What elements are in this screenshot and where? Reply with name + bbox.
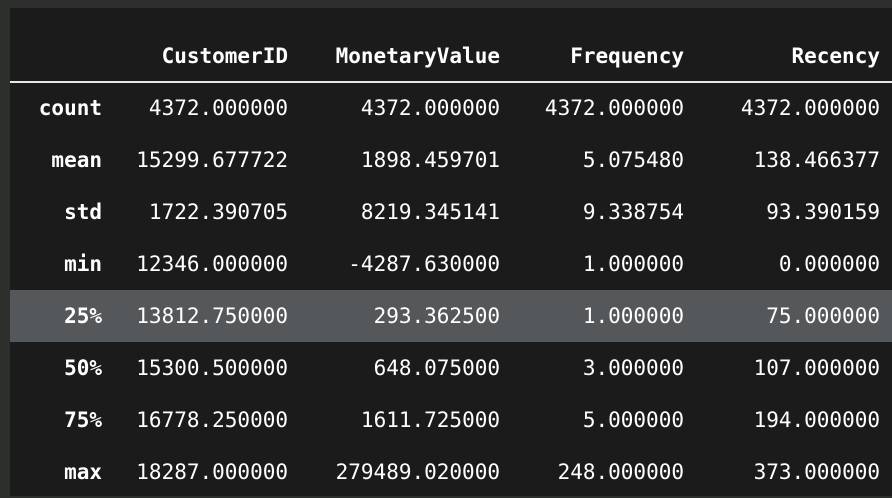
table-row-count: count 4372.000000 4372.000000 4372.00000… [10, 82, 892, 134]
cell-monetaryvalue: 1611.725000 [360, 407, 500, 432]
cell-monetaryvalue: 648.075000 [373, 355, 500, 380]
cell-customerid: 15299.677722 [136, 147, 288, 172]
row-label: 25% [64, 303, 102, 328]
table-header-row: CustomerID MonetaryValue Frequency Recen… [10, 32, 892, 83]
cell-monetaryvalue: 1898.459701 [360, 147, 500, 172]
cell-frequency: 3.000000 [582, 355, 684, 380]
row-label: count [38, 96, 102, 120]
describe-dataframe-table: CustomerID MonetaryValue Frequency Recen… [10, 32, 892, 498]
cell-customerid: 13812.750000 [136, 303, 288, 328]
cell-frequency: 1.000000 [582, 251, 684, 276]
row-label: mean [51, 147, 102, 172]
cell-recency: 93.390159 [766, 199, 880, 224]
cell-recency: 0.000000 [778, 251, 880, 276]
table-row-std: std 1722.390705 8219.345141 9.338754 93.… [10, 186, 892, 238]
column-header-monetaryvalue: MonetaryValue [300, 32, 512, 83]
table-row-50-percent: 50% 15300.500000 648.075000 3.000000 107… [10, 342, 892, 394]
cell-monetaryvalue: 279489.020000 [335, 459, 500, 484]
cell-recency: 107.000000 [753, 355, 880, 380]
cell-monetaryvalue: 293.362500 [373, 303, 500, 328]
cell-customerid: 15300.500000 [136, 355, 288, 380]
row-label: std [64, 199, 102, 224]
cell-monetaryvalue: -4287.630000 [348, 251, 500, 276]
cell-recency: 75.000000 [766, 303, 880, 328]
cell-frequency: 9.338754 [582, 199, 684, 224]
cell-frequency: 5.075480 [582, 147, 684, 172]
column-header-customerid: CustomerID [110, 32, 300, 83]
cell-customerid: 4372.000000 [148, 96, 288, 120]
cell-frequency: 5.000000 [582, 407, 684, 432]
row-label: 75% [64, 407, 102, 432]
cell-recency: 4372.000000 [740, 96, 880, 120]
cell-recency: 138.466377 [753, 147, 880, 172]
cell-recency: 194.000000 [753, 407, 880, 432]
column-header-recency: Recency [696, 32, 892, 83]
cell-customerid: 18287.000000 [136, 459, 288, 484]
cell-monetaryvalue: 4372.000000 [360, 96, 500, 120]
notebook-output-area: CustomerID MonetaryValue Frequency Recen… [0, 0, 892, 496]
column-header-frequency: Frequency [512, 32, 696, 83]
table-row-min: min 12346.000000 -4287.630000 1.000000 0… [10, 238, 892, 290]
index-header-cell [10, 32, 110, 83]
row-label: 50% [64, 355, 102, 380]
row-label: max [64, 459, 102, 484]
table-row-25-percent-highlighted: 25% 13812.750000 293.362500 1.000000 75.… [10, 290, 892, 342]
cell-monetaryvalue: 8219.345141 [360, 199, 500, 224]
table-row-75-percent: 75% 16778.250000 1611.725000 5.000000 19… [10, 394, 892, 446]
row-label: min [64, 251, 102, 276]
cell-frequency: 4372.000000 [544, 96, 684, 120]
cell-recency: 373.000000 [753, 459, 880, 484]
cell-customerid: 16778.250000 [136, 407, 288, 432]
cell-customerid: 1722.390705 [148, 199, 288, 224]
table-row-max: max 18287.000000 279489.020000 248.00000… [10, 446, 892, 498]
cell-customerid: 12346.000000 [136, 251, 288, 276]
table-row-mean: mean 15299.677722 1898.459701 5.075480 1… [10, 134, 892, 186]
cell-frequency: 248.000000 [557, 459, 684, 484]
cell-frequency: 1.000000 [582, 303, 684, 328]
